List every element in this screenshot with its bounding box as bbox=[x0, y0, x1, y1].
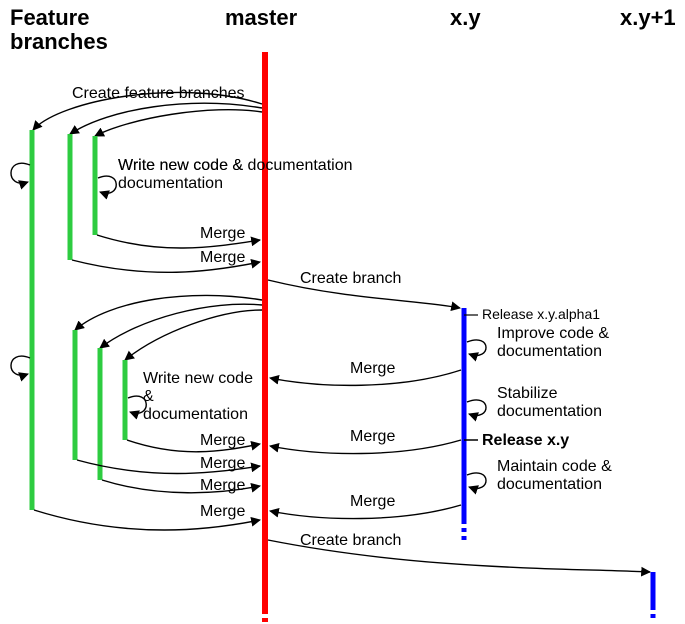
label-merge-xy-2: Merge bbox=[350, 428, 395, 445]
header-master: master bbox=[225, 5, 298, 30]
label-create-branch-1: Create branch bbox=[300, 270, 401, 287]
arrow-create-f5 bbox=[100, 304, 262, 348]
label-merge-xy-3: Merge bbox=[350, 493, 395, 510]
label-create-branch-2: Create branch bbox=[300, 532, 401, 549]
label-write-new-code-2: Write new code & documentation bbox=[143, 370, 257, 423]
arrow-create-f6 bbox=[125, 310, 262, 360]
label-maintain: Maintain code & documentation bbox=[497, 458, 616, 493]
label-merge-2: Merge bbox=[200, 249, 245, 266]
loop-f3 bbox=[98, 176, 116, 193]
label-release-xy: Release x.y bbox=[482, 432, 569, 449]
label-merge-f5: Merge bbox=[200, 477, 245, 494]
arrow-create-f2 bbox=[70, 103, 262, 134]
header-xy: x.y bbox=[450, 5, 481, 30]
label-stabilize: Stabilize documentation bbox=[497, 385, 602, 420]
header-branches: branches bbox=[10, 29, 108, 54]
loop-improve bbox=[467, 340, 486, 355]
loop-f1-top bbox=[11, 163, 30, 183]
label-merge-f6: Merge bbox=[200, 432, 245, 449]
label-release-alpha1: Release x.y.alpha1 bbox=[482, 306, 600, 322]
label-write-new-code-1: Write new code & documentation bbox=[118, 157, 248, 192]
loop-maintain bbox=[467, 473, 486, 488]
label-merge-xy-1: Merge bbox=[350, 360, 395, 377]
branch-workflow-diagram: Feature branches master x.y x.y+1 Create… bbox=[0, 0, 685, 624]
header-xy1: x.y+1 bbox=[620, 5, 676, 30]
label-merge-f1: Merge bbox=[200, 503, 245, 520]
loop-stabilize bbox=[467, 400, 486, 415]
header-feature: Feature bbox=[10, 5, 89, 30]
label-merge-f4: Merge bbox=[200, 455, 245, 472]
loop-f1-bottom bbox=[11, 356, 30, 375]
label-improve: Improve code & documentation bbox=[497, 325, 614, 360]
label-merge-1: Merge bbox=[200, 225, 245, 242]
